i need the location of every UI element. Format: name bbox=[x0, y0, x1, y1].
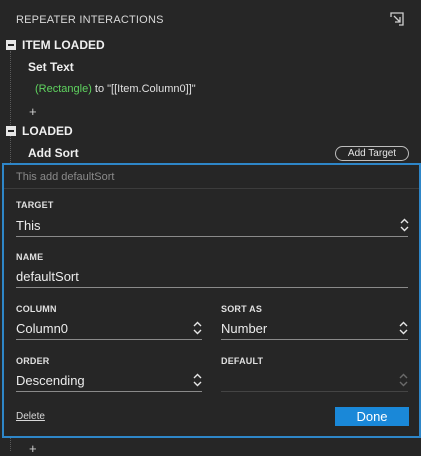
column-select[interactable]: Column0 bbox=[16, 321, 202, 336]
section-label: ITEM LOADED bbox=[22, 38, 105, 52]
target-underline bbox=[16, 236, 408, 237]
target-select[interactable]: This bbox=[16, 218, 408, 233]
detail-text: to "[[Item.Column0]]" bbox=[91, 83, 196, 95]
name-value: defaultSort bbox=[16, 269, 79, 284]
action-summary: This add defaultSort bbox=[16, 171, 115, 183]
add-action-button[interactable]: + bbox=[29, 441, 37, 456]
action-detail[interactable]: (Rectangle) to "[[Item.Column0]]" bbox=[35, 83, 196, 95]
collapse-minus-icon[interactable] bbox=[6, 126, 16, 136]
target-label: TARGET bbox=[16, 200, 54, 210]
select-chevrons-icon[interactable] bbox=[399, 321, 408, 335]
section-item-loaded[interactable]: ITEM LOADED bbox=[6, 38, 105, 52]
section-loaded[interactable]: LOADED bbox=[6, 124, 73, 138]
collapse-arrow-icon[interactable] bbox=[390, 12, 404, 26]
target-widget-name: (Rectangle) bbox=[35, 83, 92, 95]
name-underline bbox=[16, 287, 408, 288]
column-label: COLUMN bbox=[16, 304, 57, 314]
collapse-minus-icon[interactable] bbox=[6, 40, 16, 50]
sort-as-value: Number bbox=[221, 321, 268, 336]
panel-title: REPEATER INTERACTIONS bbox=[16, 14, 164, 26]
name-label: NAME bbox=[16, 252, 44, 262]
sort-as-select[interactable]: Number bbox=[221, 321, 408, 336]
select-chevrons-icon[interactable] bbox=[399, 373, 408, 387]
sort-as-underline bbox=[221, 339, 408, 340]
select-chevrons-icon[interactable] bbox=[400, 218, 409, 232]
add-target-button[interactable]: Add Target bbox=[335, 146, 409, 161]
action-edit-panel bbox=[2, 163, 421, 438]
target-value: This bbox=[16, 218, 41, 233]
order-value: Descending bbox=[16, 373, 85, 388]
default-underline bbox=[221, 391, 408, 392]
column-value: Column0 bbox=[16, 321, 69, 336]
delete-link[interactable]: Delete bbox=[16, 411, 45, 422]
order-underline bbox=[16, 391, 202, 392]
section-label: LOADED bbox=[22, 124, 73, 138]
sort-as-label: SORT AS bbox=[221, 304, 263, 314]
action-set-text[interactable]: Set Text bbox=[28, 60, 74, 74]
column-underline bbox=[16, 339, 202, 340]
select-chevrons-icon[interactable] bbox=[193, 321, 202, 335]
order-label: ORDER bbox=[16, 356, 50, 366]
default-select[interactable] bbox=[221, 373, 408, 389]
done-button[interactable]: Done bbox=[335, 407, 409, 426]
divider bbox=[4, 188, 419, 189]
select-chevrons-icon[interactable] bbox=[193, 373, 202, 387]
default-label: DEFAULT bbox=[221, 356, 264, 366]
name-input[interactable]: defaultSort bbox=[16, 269, 408, 284]
action-add-sort[interactable]: Add Sort bbox=[28, 146, 79, 160]
add-action-button[interactable]: + bbox=[29, 104, 37, 119]
order-select[interactable]: Descending bbox=[16, 373, 202, 388]
